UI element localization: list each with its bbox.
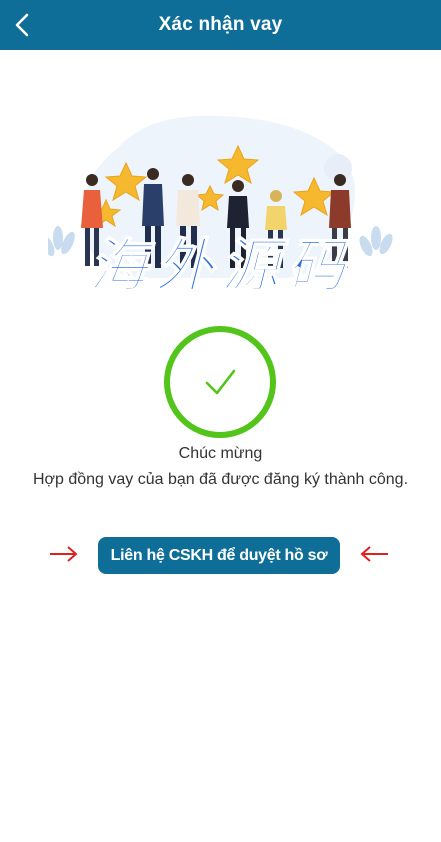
chevron-left-icon [15,13,29,37]
success-heading: Chúc mừng [178,445,263,462]
arrow-left-icon [360,546,388,562]
page-title: Xác nhận vay [158,14,283,35]
arrow-right-icon [50,546,78,562]
contact-support-button[interactable]: Liên hệ CSKH để duyệt hồ sơ [98,537,340,574]
check-circle-icon [164,326,276,438]
top-bar: Xác nhận vay [0,0,441,50]
success-check [162,324,278,440]
app-screen: Xác nhận vay 海外源码 Chúc mừng Hợp đồng vay… [0,0,441,842]
success-message: Hợp đồng vay của bạn đã được đăng ký thà… [32,471,409,488]
back-button[interactable] [10,9,38,41]
success-illustration: 海外源码 [41,108,394,301]
illustration-watermark: 海外源码 [89,232,353,298]
